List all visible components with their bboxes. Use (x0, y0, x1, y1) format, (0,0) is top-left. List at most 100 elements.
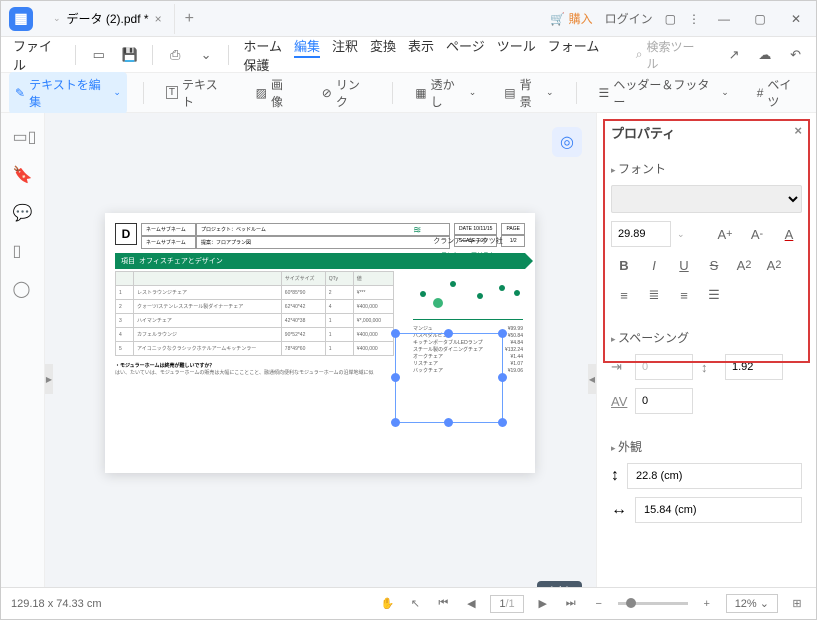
page-input[interactable]: 1/1 (490, 595, 523, 613)
cloud-icon[interactable]: ☁ (756, 47, 773, 63)
font-section: フォント ⌄ A+ A- A B I U S A2 A2 ≡ ≣ ≡ (597, 152, 816, 321)
more-dropdown-icon[interactable]: ⌄ (198, 47, 215, 63)
kebab-menu-icon[interactable]: ⋮ (688, 12, 700, 26)
add-link-tool[interactable]: ⊘リンク (316, 72, 377, 114)
font-color-icon[interactable]: A (776, 222, 802, 246)
close-panel-icon[interactable]: × (794, 123, 802, 142)
notification-icon[interactable]: ▢ (665, 12, 676, 26)
comments-icon[interactable]: 💬 (13, 203, 33, 223)
font-grow-icon[interactable]: A+ (712, 222, 738, 246)
left-rail: ▭▯ 🔖 💬 ▯ ◯ (1, 113, 45, 615)
edit-mode-badge-icon[interactable]: ◎ (552, 127, 582, 157)
font-family-select[interactable] (611, 185, 802, 213)
menu-ホーム[interactable]: ホーム (243, 39, 282, 54)
superscript-button[interactable]: A2 (731, 253, 757, 277)
chevron-down-icon: ⌄ (113, 87, 121, 98)
menu-ツール[interactable]: ツール (497, 39, 536, 54)
search-tools[interactable]: ⌕ 検索ツール (636, 38, 702, 72)
zoom-in-icon[interactable]: + (698, 598, 716, 610)
hand-tool-icon[interactable]: ✋ (378, 597, 396, 610)
doc-logo: D (115, 223, 137, 245)
new-tab-button[interactable]: + (175, 10, 204, 28)
file-menu[interactable]: ファイル (13, 36, 61, 74)
next-page-icon[interactable]: ▶ (534, 597, 552, 610)
subscript-button[interactable]: A2 (761, 253, 787, 277)
align-justify-icon[interactable]: ☰ (701, 283, 727, 307)
watermark-tool[interactable]: ▦透かし⌄ (409, 72, 482, 114)
buy-link[interactable]: 🛒 購入 (550, 10, 592, 27)
open-icon[interactable]: ▭ (90, 47, 107, 63)
chevron-down-icon: ⌄ (53, 13, 61, 24)
collapse-left-icon[interactable]: ▶ (45, 364, 53, 394)
collapse-right-icon[interactable]: ◀ (588, 364, 596, 394)
menu-変換[interactable]: 変換 (370, 39, 396, 54)
properties-panel: プロパティ × フォント ⌄ A+ A- A B I U S A2 A2 (596, 113, 816, 615)
add-text-tool[interactable]: Tテキスト (160, 72, 234, 114)
strike-button[interactable]: S (701, 253, 727, 277)
close-window-button[interactable]: ✕ (784, 12, 808, 26)
width-input[interactable] (627, 463, 802, 489)
login-link[interactable]: ログイン (605, 10, 653, 27)
close-tab-icon[interactable]: × (155, 12, 162, 26)
align-center-icon[interactable]: ≣ (641, 283, 667, 307)
edit-text-tool[interactable]: ✎ テキストを編集 ⌄ (9, 72, 127, 114)
selection-box[interactable] (395, 333, 503, 423)
width-icon: ↔ (611, 501, 627, 519)
attachments-icon[interactable]: ▯ (13, 241, 33, 261)
bookmarks-icon[interactable]: 🔖 (13, 165, 33, 185)
zoom-out-icon[interactable]: − (590, 598, 608, 610)
line-spacing-input[interactable] (725, 354, 783, 380)
titlebar: ▦ ⌄ データ (2).pdf * × + 🛒 購入 ログイン ▢ ⋮ — ▢ … (1, 1, 816, 37)
italic-button[interactable]: I (641, 253, 667, 277)
document-tab[interactable]: ⌄ データ (2).pdf * × (41, 4, 175, 34)
bates-tool[interactable]: #ベイツ (751, 72, 808, 114)
table-row: 5アイコニックなクラシックホテルアームキッチンラー78*49*601¥400,0… (116, 342, 394, 356)
zoom-slider[interactable] (618, 602, 688, 605)
document-canvas[interactable]: ▶ ◀ ◎ D ネームサブネームプロジェクト：ベッドルーム ネームサブネーム提案… (45, 113, 596, 615)
tab-title: データ (2).pdf * (67, 10, 149, 27)
menu-保護[interactable]: 保護 (243, 58, 269, 73)
table-row: 1レストラウンジチェア60*85*902¥*** (116, 286, 394, 300)
prev-page-icon[interactable]: ◀ (462, 597, 480, 610)
app-logo-icon: ▦ (9, 7, 33, 31)
align-left-icon[interactable]: ≡ (611, 283, 637, 307)
background-icon: ▤ (504, 86, 515, 100)
header-footer-tool[interactable]: ☰ヘッダー＆フッター⌄ (593, 72, 735, 114)
last-page-icon[interactable]: ⏭ (562, 597, 580, 610)
menu-ページ[interactable]: ページ (446, 39, 485, 54)
indent-input[interactable] (635, 354, 693, 380)
table-row: 2クォーツ/ステンレススチール製ダイナーチェア62*40*424¥400,000 (116, 300, 394, 314)
spacing-section: スペーシング ⇥ ↕ AV (597, 321, 816, 430)
zoom-select[interactable]: 12% ⌄ (726, 594, 778, 613)
edit-toolbar: ✎ テキストを編集 ⌄ Tテキスト ▨画像 ⊘リンク ▦透かし⌄ ▤背景⌄ ☰ヘ… (1, 73, 816, 113)
share-icon[interactable]: ↗ (726, 47, 743, 63)
font-shrink-icon[interactable]: A- (744, 222, 770, 246)
select-tool-icon[interactable]: ↖ (406, 597, 424, 610)
add-image-tool[interactable]: ▨画像 (250, 72, 300, 114)
background-tool[interactable]: ▤背景⌄ (498, 72, 559, 114)
save-icon[interactable]: 💾 (121, 47, 138, 63)
minimize-button[interactable]: — (712, 12, 736, 26)
menu-注釈[interactable]: 注釈 (332, 39, 358, 54)
bold-button[interactable]: B (611, 253, 637, 277)
search-panel-icon[interactable]: ◯ (13, 279, 33, 299)
undo-icon[interactable]: ↶ (787, 47, 804, 63)
link-icon: ⊘ (322, 86, 332, 100)
main-area: ▭▯ 🔖 💬 ▯ ◯ ▶ ◀ ◎ D ネームサブネームプロジェクト：ベッドルーム… (1, 113, 816, 615)
first-page-icon[interactable]: ⏮ (434, 597, 452, 610)
underline-button[interactable]: U (671, 253, 697, 277)
height-input[interactable] (635, 497, 802, 523)
align-right-icon[interactable]: ≡ (671, 283, 697, 307)
menu-編集[interactable]: 編集 (294, 39, 320, 58)
indent-icon: ⇥ (611, 359, 627, 375)
menu-フォーム[interactable]: フォーム (548, 39, 600, 54)
char-spacing-icon: AV (611, 394, 627, 409)
font-size-input[interactable] (611, 221, 671, 247)
print-icon[interactable]: ⎙ (167, 47, 184, 63)
doc-chart (413, 270, 523, 320)
menu-表示[interactable]: 表示 (408, 39, 434, 54)
maximize-button[interactable]: ▢ (748, 12, 772, 26)
char-spacing-input[interactable] (635, 388, 693, 414)
thumbnails-icon[interactable]: ▭▯ (13, 127, 33, 147)
view-mode-icon[interactable]: ⊞ (788, 597, 806, 610)
